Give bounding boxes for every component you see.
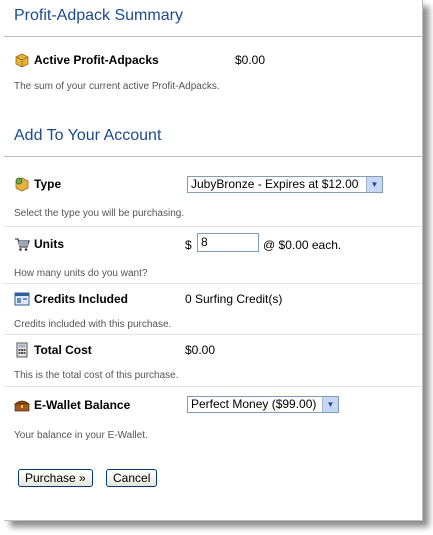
- treasure-chest-icon: [14, 397, 30, 413]
- units-label-row: Units: [14, 236, 64, 252]
- type-select[interactable]: JubyBronze - Expires at $12.00 ▼: [187, 176, 383, 193]
- credits-label: Credits Included: [34, 292, 129, 306]
- type-label-row: Type: [14, 176, 61, 192]
- wallet-label: E-Wallet Balance: [34, 398, 131, 412]
- calculator-icon: [14, 342, 30, 358]
- wallet-select-value: Perfect Money ($99.00): [191, 397, 317, 411]
- credits-help: Credits included with this purchase.: [14, 319, 172, 330]
- active-adpacks-label-row: Active Profit-Adpacks: [14, 52, 159, 68]
- units-help: How many units do you want?: [14, 268, 148, 279]
- total-label-row: Total Cost: [14, 342, 92, 358]
- total-label: Total Cost: [34, 343, 92, 357]
- add-divider: [4, 156, 422, 157]
- units-price: @ $0.00 each.: [263, 238, 342, 252]
- package-icon: [14, 52, 30, 68]
- type-label: Type: [34, 177, 62, 191]
- chevron-down-icon[interactable]: ▼: [322, 397, 338, 412]
- credits-value: 0 Surfing Credit(s): [185, 292, 283, 306]
- add-title: Add To Your Account: [14, 127, 162, 144]
- wallet-help: Your balance in your E-Wallet.: [14, 430, 148, 441]
- active-adpacks-help: The sum of your current active Profit-Ad…: [14, 81, 220, 92]
- active-adpacks-value: $0.00: [235, 53, 266, 67]
- row-separator: [4, 283, 422, 284]
- row-separator: [4, 334, 422, 335]
- chevron-down-icon[interactable]: ▼: [366, 177, 382, 192]
- units-label: Units: [34, 237, 64, 251]
- summary-divider: [4, 36, 422, 37]
- summary-title: Profit-Adpack Summary: [14, 7, 183, 24]
- wallet-select[interactable]: Perfect Money ($99.00) ▼: [187, 396, 339, 413]
- row-separator: [4, 226, 422, 227]
- type-select-value: JubyBronze - Expires at $12.00: [191, 177, 359, 191]
- total-help: This is the total cost of this purchase.: [14, 370, 179, 381]
- type-help: Select the type you will be purchasing.: [14, 208, 185, 219]
- row-separator: [4, 386, 422, 387]
- active-adpacks-label: Active Profit-Adpacks: [34, 53, 159, 67]
- purchase-button[interactable]: Purchase »: [18, 469, 93, 487]
- wallet-label-row: E-Wallet Balance: [14, 397, 130, 413]
- shopping-cart-icon: [14, 236, 30, 252]
- adpack-panel: Profit-Adpack Summary Active Profit-Adpa…: [4, 0, 423, 521]
- units-currency: $: [185, 238, 192, 252]
- credits-label-row: Credits Included: [14, 291, 128, 307]
- package-gear-icon: [14, 176, 30, 192]
- credits-window-icon: [14, 291, 30, 307]
- units-input[interactable]: 8: [197, 233, 259, 252]
- total-value: $0.00: [185, 343, 216, 357]
- cancel-button[interactable]: Cancel: [106, 469, 158, 487]
